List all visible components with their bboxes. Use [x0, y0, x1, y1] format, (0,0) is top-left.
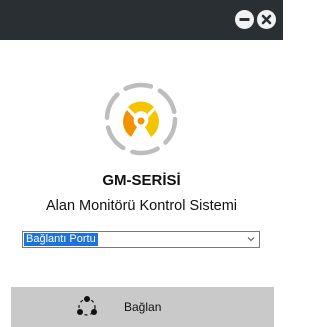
close-button[interactable]	[257, 10, 276, 29]
minus-circle-icon	[239, 18, 250, 21]
radiation-trefoil-logo	[104, 82, 178, 156]
minimize-button[interactable]	[235, 10, 254, 29]
product-title: GM-SERİSİ	[102, 172, 181, 189]
app-subtitle: Alan Monitörü Kontrol Sistemi	[46, 198, 237, 214]
title-bar[interactable]	[0, 0, 283, 40]
port-select[interactable]: Bağlantı Portu	[22, 231, 260, 248]
port-select-value: Bağlantı Portu	[24, 233, 98, 246]
app-window: GM-SERİSİ Alan Monitörü Kontrol Sistemi …	[0, 0, 283, 327]
connect-button[interactable]: Bağlan	[11, 287, 274, 327]
connect-label: Bağlan	[124, 300, 162, 314]
connection-nodes-icon	[77, 296, 97, 316]
x-circle-icon	[261, 14, 272, 25]
chevron-down-icon	[247, 237, 255, 242]
